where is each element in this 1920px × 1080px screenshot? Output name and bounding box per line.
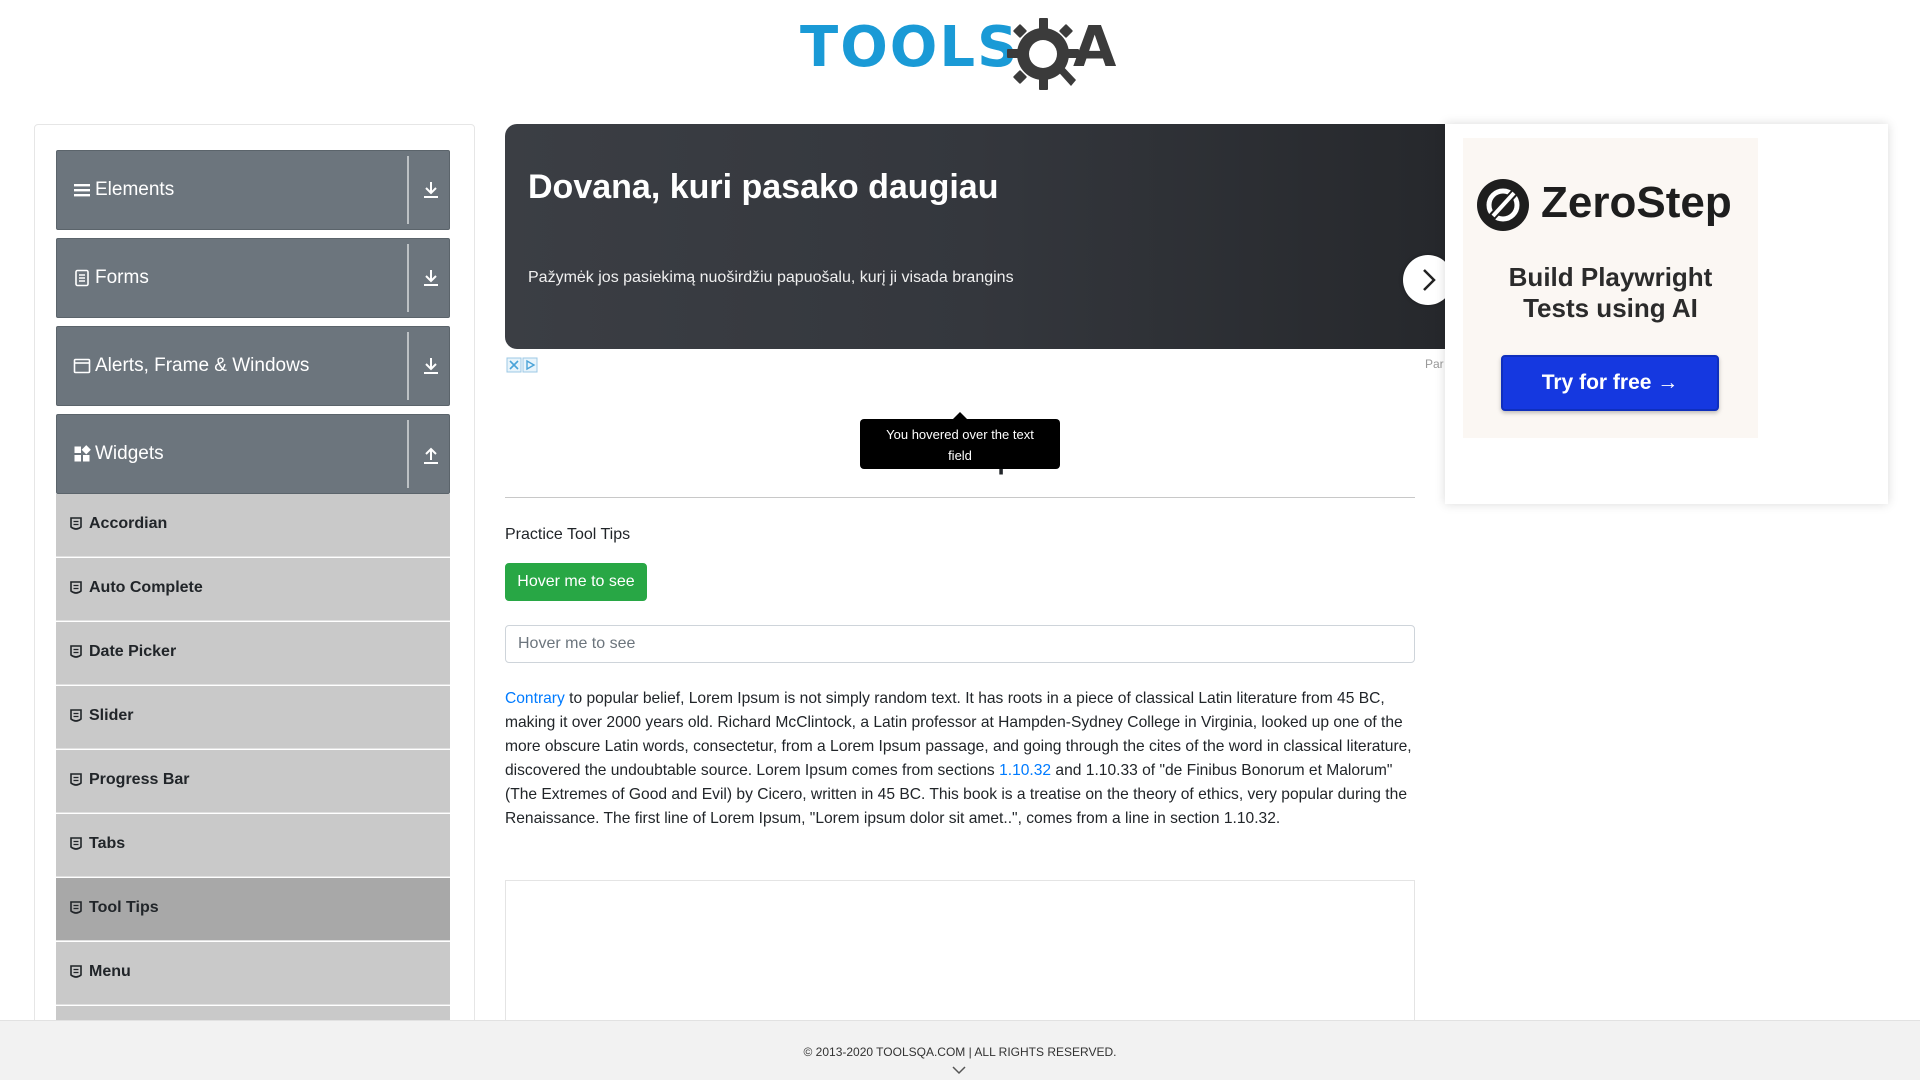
sidebar-item-label: Tool Tips bbox=[89, 899, 159, 916]
sidebar-item-label: Date Picker bbox=[89, 643, 177, 660]
item-bullet-icon bbox=[70, 517, 82, 530]
group-label: Widgets bbox=[95, 443, 164, 464]
item-bullet-icon bbox=[70, 837, 82, 850]
download-arrow-icon[interactable] bbox=[421, 267, 441, 289]
zerostep-tagline-line2: Tests using AI bbox=[1523, 293, 1698, 323]
group-divider bbox=[407, 332, 409, 400]
group-divider bbox=[407, 244, 409, 312]
group-divider bbox=[407, 156, 409, 224]
group-divider bbox=[407, 420, 409, 488]
logo-text-a: A bbox=[1073, 15, 1117, 80]
group-label: Alerts, Frame & Windows bbox=[95, 355, 310, 376]
sidebar-item-label: Slider bbox=[89, 707, 134, 724]
hover-me-button[interactable]: Hover me to see bbox=[505, 563, 647, 601]
divider bbox=[505, 497, 1415, 498]
ad-banner[interactable]: Dovana, kuri pasako daugiau Pažymėk jos … bbox=[505, 124, 1445, 349]
sidebar-item-slider[interactable]: Slider bbox=[56, 686, 450, 749]
sidebar-item-label: Tabs bbox=[89, 835, 126, 852]
ad-corner-text: Par bbox=[1425, 357, 1444, 371]
contrary-link[interactable]: Contrary bbox=[505, 690, 565, 707]
sidebar-item-label: Auto Complete bbox=[89, 579, 203, 596]
zerostep-tagline: Build Playwright Tests using AI bbox=[1463, 262, 1758, 324]
window-icon bbox=[73, 358, 91, 374]
footer-copyright: © 2013-2020 TOOLSQA.COM | ALL RIGHTS RES… bbox=[803, 1045, 1117, 1059]
try-for-free-button[interactable]: Try for free → bbox=[1501, 355, 1719, 411]
sidebar-item-tool-tips[interactable]: Tool Tips bbox=[56, 878, 450, 941]
group-alerts-frame-windows[interactable]: Alerts, Frame & Windows bbox=[56, 326, 450, 406]
toolsqa-logo[interactable]: TOOLS A bbox=[800, 16, 1125, 92]
sidebar-item-label: Accordian bbox=[89, 515, 168, 532]
ad-subtitle: Pažymėk jos pasiekimą nuoširdžiu papuoša… bbox=[528, 269, 1014, 286]
group-forms[interactable]: Forms bbox=[56, 238, 450, 318]
gear-magnifier-icon bbox=[1007, 18, 1079, 90]
zerostep-logo-icon bbox=[1477, 179, 1529, 231]
group-widgets[interactable]: Widgets bbox=[56, 414, 450, 494]
sidebar-item-date-picker[interactable]: Date Picker bbox=[56, 622, 450, 685]
logo-text-tools: TOOLS bbox=[800, 15, 1020, 80]
ad-title: Dovana, kuri pasako daugiau bbox=[528, 168, 999, 206]
site-header: TOOLS A bbox=[0, 0, 1920, 100]
ad-choices-icon[interactable] bbox=[506, 357, 538, 373]
hamburger-icon bbox=[74, 184, 90, 197]
sidebar-item-accordian[interactable]: Accordian bbox=[56, 494, 450, 557]
sidebar-item-label: Progress Bar bbox=[89, 771, 190, 788]
download-arrow-icon[interactable] bbox=[421, 355, 441, 377]
item-bullet-icon bbox=[70, 581, 82, 594]
group-label: Elements bbox=[95, 179, 175, 200]
widgets-icon bbox=[74, 445, 91, 462]
lorem-paragraph: Contrary to popular belief, Lorem Ipsum … bbox=[505, 687, 1420, 831]
group-elements[interactable]: Elements bbox=[56, 150, 450, 230]
chevron-down-icon[interactable] bbox=[952, 1065, 966, 1075]
zerostep-tagline-line1: Build Playwright bbox=[1508, 262, 1713, 292]
document-icon bbox=[75, 269, 89, 287]
tooltip-line1: You hovered over the text bbox=[886, 427, 1034, 442]
hover-me-text-field[interactable] bbox=[505, 625, 1415, 663]
left-panel: Elements Forms Alerts, Frame & Windows W… bbox=[34, 124, 475, 1044]
item-bullet-icon bbox=[70, 709, 82, 722]
footer: © 2013-2020 TOOLSQA.COM | ALL RIGHTS RES… bbox=[0, 1020, 1920, 1080]
item-bullet-icon bbox=[70, 773, 82, 786]
zerostep-name: ZeroStep bbox=[1541, 178, 1732, 227]
group-label: Forms bbox=[95, 267, 149, 288]
upload-arrow-icon[interactable] bbox=[421, 443, 441, 465]
download-arrow-icon[interactable] bbox=[421, 179, 441, 201]
sidebar-item-menu[interactable]: Menu bbox=[56, 942, 450, 1005]
sidebar-item-label: Menu bbox=[89, 963, 131, 980]
item-bullet-icon bbox=[70, 645, 82, 658]
tooltip-line2: field bbox=[948, 448, 972, 463]
sidebar-item-progress-bar[interactable]: Progress Bar bbox=[56, 750, 450, 813]
section-link[interactable]: 1.10.32 bbox=[999, 762, 1051, 779]
sidebar-item-tabs[interactable]: Tabs bbox=[56, 814, 450, 877]
practice-label: Practice Tool Tips bbox=[505, 526, 631, 543]
item-bullet-icon bbox=[70, 901, 82, 914]
item-bullet-icon bbox=[70, 965, 82, 978]
tooltip: You hovered over the text field bbox=[860, 419, 1060, 469]
tooltip-arrow bbox=[953, 412, 967, 419]
sidebar-item-auto-complete[interactable]: Auto Complete bbox=[56, 558, 450, 621]
